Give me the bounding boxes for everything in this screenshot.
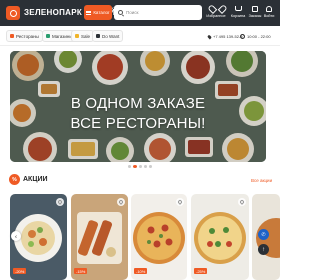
pagination-dot[interactable] xyxy=(149,165,152,168)
banner-headline-line2: ВСЕ РЕСТОРАНЫ! xyxy=(70,115,206,132)
heart-icon xyxy=(57,199,63,205)
banner-headline-line1: В ОДНОМ ЗАКАЗЕ xyxy=(70,95,206,112)
category-bar: Рестораны Магазины Sale Do Want +7 495 1… xyxy=(0,26,280,46)
arrow-up-icon: ↑ xyxy=(262,246,265,253)
do-want-icon xyxy=(96,34,100,38)
category-chip-label: Рестораны xyxy=(16,33,39,39)
show-all-link[interactable]: Все акции xyxy=(251,178,272,183)
working-hours: 10:00 - 22:00 xyxy=(247,34,271,39)
login-button[interactable]: Войти xyxy=(258,5,280,23)
banner-pagination xyxy=(0,165,280,168)
logo-icon[interactable] xyxy=(6,6,20,20)
cart-icon xyxy=(234,6,242,11)
phone-icon: ✆ xyxy=(261,231,266,238)
discount-badge: -20% xyxy=(13,268,27,274)
user-icon xyxy=(266,5,272,12)
section-title: АКЦИИ xyxy=(23,176,48,183)
promo-card[interactable]: -15% xyxy=(71,194,128,280)
shops-icon xyxy=(46,34,50,38)
promo-card[interactable]: -10% xyxy=(131,194,187,280)
category-chip-label: Do Want xyxy=(102,33,120,39)
category-chip-do-want[interactable]: Do Want xyxy=(92,30,124,42)
top-header: ЗЕЛЕНОПАРК ОНЛАЙН Каталог Избранное Корз… xyxy=(0,0,280,26)
favorite-toggle[interactable] xyxy=(238,198,246,206)
discount-badge: -25% xyxy=(194,268,208,274)
favorite-toggle[interactable] xyxy=(176,198,184,206)
burger-icon xyxy=(86,10,92,15)
restaurants-icon xyxy=(10,34,14,38)
category-chip-label: Магазины xyxy=(52,33,73,39)
login-label: Войти xyxy=(263,14,275,18)
search-icon xyxy=(118,10,123,15)
catalog-button[interactable]: Каталог xyxy=(84,5,112,20)
favorite-toggle[interactable] xyxy=(56,198,64,206)
discount-badge: -15% xyxy=(74,268,88,274)
heart-icon xyxy=(177,199,183,205)
promo-badge-icon: % xyxy=(9,174,20,185)
favorites-button[interactable]: Избранное xyxy=(205,5,227,23)
category-chip-label: Sale xyxy=(81,33,91,39)
category-chip-restaurants[interactable]: Рестораны xyxy=(6,30,43,42)
call-button[interactable]: ✆ xyxy=(258,229,269,240)
scroll-top-button[interactable]: ↑ xyxy=(258,244,269,255)
promo-card[interactable]: -25% xyxy=(191,194,249,280)
favorite-toggle[interactable] xyxy=(117,198,125,206)
favorites-label: Избранное xyxy=(206,14,226,18)
heart-icon xyxy=(213,6,220,12)
clock-icon xyxy=(240,34,245,39)
heart-icon xyxy=(239,199,245,205)
pagination-dot[interactable] xyxy=(139,165,142,168)
heart-icon xyxy=(118,199,124,205)
sale-icon xyxy=(75,34,79,38)
chevron-left-icon: › xyxy=(15,233,17,239)
hero-banner[interactable]: В ОДНОМ ЗАКАЗЕ ВСЕ РЕСТОРАНЫ! xyxy=(10,51,266,162)
pagination-dot[interactable] xyxy=(144,165,147,168)
location-icon xyxy=(207,34,212,40)
pagination-dot-active[interactable] xyxy=(133,165,137,168)
carousel-prev-button[interactable]: › xyxy=(11,231,21,241)
catalog-button-label: Каталог xyxy=(93,10,110,15)
category-chip-sale[interactable]: Sale xyxy=(71,30,95,42)
discount-badge: -10% xyxy=(134,268,148,274)
search-bar[interactable] xyxy=(114,5,202,20)
search-input[interactable] xyxy=(126,7,196,18)
pagination-dot[interactable] xyxy=(128,165,131,168)
